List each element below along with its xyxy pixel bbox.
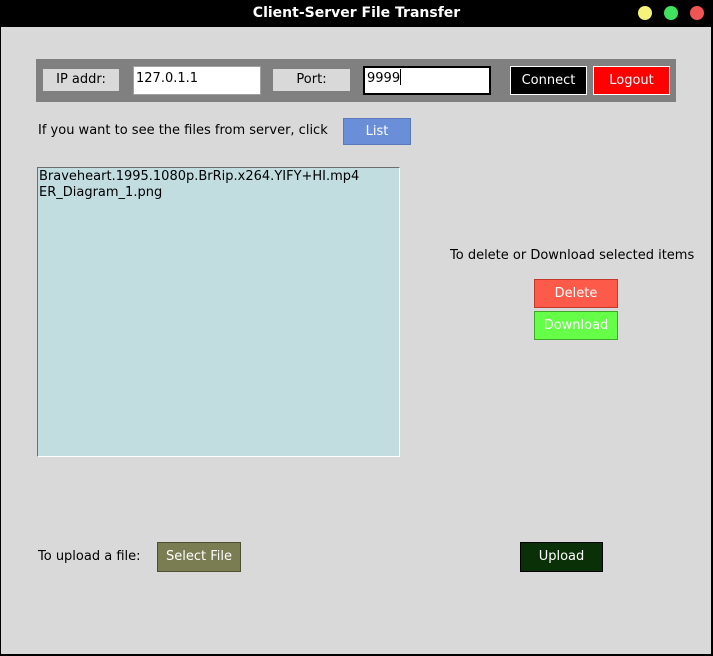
list-item[interactable]: ER_Diagram_1.png xyxy=(39,185,399,201)
actions-prompt: To delete or Download selected items xyxy=(450,248,695,263)
upload-button[interactable]: Upload xyxy=(520,542,603,572)
ip-address-input[interactable]: 127.0.1.1 xyxy=(133,66,261,95)
maximize-icon[interactable] xyxy=(664,6,678,20)
title-bar: Client-Server File Transfer xyxy=(0,0,713,27)
port-input[interactable]: 9999 xyxy=(363,66,491,95)
logout-button[interactable]: Logout xyxy=(593,66,670,95)
window-title: Client-Server File Transfer xyxy=(252,5,461,21)
ip-address-value: 127.0.1.1 xyxy=(136,71,199,86)
close-icon[interactable] xyxy=(690,6,704,20)
download-button[interactable]: Download xyxy=(534,311,618,340)
port-label: Port: xyxy=(273,69,350,91)
list-item[interactable]: Braveheart.1995.1080p.BrRip.x264.YIFY+HI… xyxy=(39,169,399,185)
list-prompt: If you want to see the files from server… xyxy=(38,123,328,138)
list-button[interactable]: List xyxy=(343,118,411,145)
text-cursor xyxy=(400,69,402,85)
connect-button[interactable]: Connect xyxy=(510,66,587,95)
delete-button[interactable]: Delete xyxy=(534,279,618,308)
connection-bar: IP addr: 127.0.1.1 Port: 9999 Connect Lo… xyxy=(36,59,676,102)
main-window: IP addr: 127.0.1.1 Port: 9999 Connect Lo… xyxy=(1,27,711,654)
port-value: 9999 xyxy=(367,71,401,86)
minimize-icon[interactable] xyxy=(638,6,652,20)
file-listbox[interactable]: Braveheart.1995.1080p.BrRip.x264.YIFY+HI… xyxy=(37,167,400,457)
select-file-button[interactable]: Select File xyxy=(157,542,241,572)
ip-label: IP addr: xyxy=(43,69,119,91)
upload-prompt: To upload a file: xyxy=(38,549,141,564)
